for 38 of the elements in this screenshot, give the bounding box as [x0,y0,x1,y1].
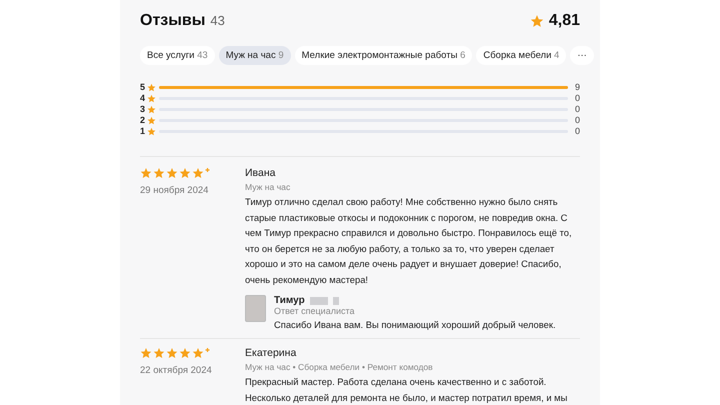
filter-chip[interactable]: Мелкие электромонтажные работы 6 [294,46,472,65]
blurred-surname [310,296,328,304]
reply-text: Спасибо Ивана вам. Вы понимающий хороший добрый человек. [274,319,556,330]
blurred-surname [332,296,339,304]
star-level-label: 4 [140,93,146,103]
rating-count: 0 [574,126,580,136]
specialist-name: Тимур [274,295,305,306]
review-author: Екатерина [245,347,298,359]
reply-role: Ответ специалиста [274,306,356,316]
review-services: Муж на час [245,182,292,192]
star-level-label: 5 [140,82,146,92]
review-date: 29 ноября 2024 [140,185,210,196]
review-services: Муж на час • Сборка мебели • Ремонт комодов [245,362,434,372]
review-date: 22 октября 2024 [140,365,213,376]
reviews-title: Отзывы 43 [140,12,225,30]
filter-chip[interactable]: Сборка мебели 4 [476,46,566,65]
filter-chip[interactable]: Все услуги 43 [140,46,215,65]
star-level-label: 2 [140,115,146,125]
avatar-photo-placeholder [245,295,266,322]
rating-count: 0 [574,104,580,114]
review-text: Прекрасный мастер. Работа сделана очень качественно и с заботой. Несколько деталей для ремонта не было, и мастер потратил время, и мы [245,375,568,405]
star-level-label: 3 [140,104,146,114]
reviews-count: 43 [210,13,225,28]
filter-chip[interactable]: Муж на час 9 [218,46,291,65]
star-icon [530,14,544,28]
star-icon [147,116,156,124]
rating-count: 9 [574,82,580,92]
star-icon [147,104,156,114]
star-icon [147,126,156,136]
star-level-label: 1 [140,126,146,136]
star-icon [147,94,156,102]
review-author: Ивана [245,167,276,179]
average-rating: 4,81 [548,12,580,30]
rating-count: 0 [574,93,580,103]
rating-count: 0 [574,115,580,125]
review-text: Тимур отлично сделал свою работу! Мне собственно нужно было снять старые пластиковые откосы и подоконник с порогом, не повредив окна. С чем Тимур прекрасно справился и довольно быстро. Понравилось ещё то, что он берется не за любую работу, а только за то, что уверен сделает хорошо и это на самом деле очень радует и внушает доверие! Спасибо, очень рекомендую мастера! [245,195,573,287]
star-icon [147,82,156,92]
more-button[interactable]: ··· [570,46,594,65]
